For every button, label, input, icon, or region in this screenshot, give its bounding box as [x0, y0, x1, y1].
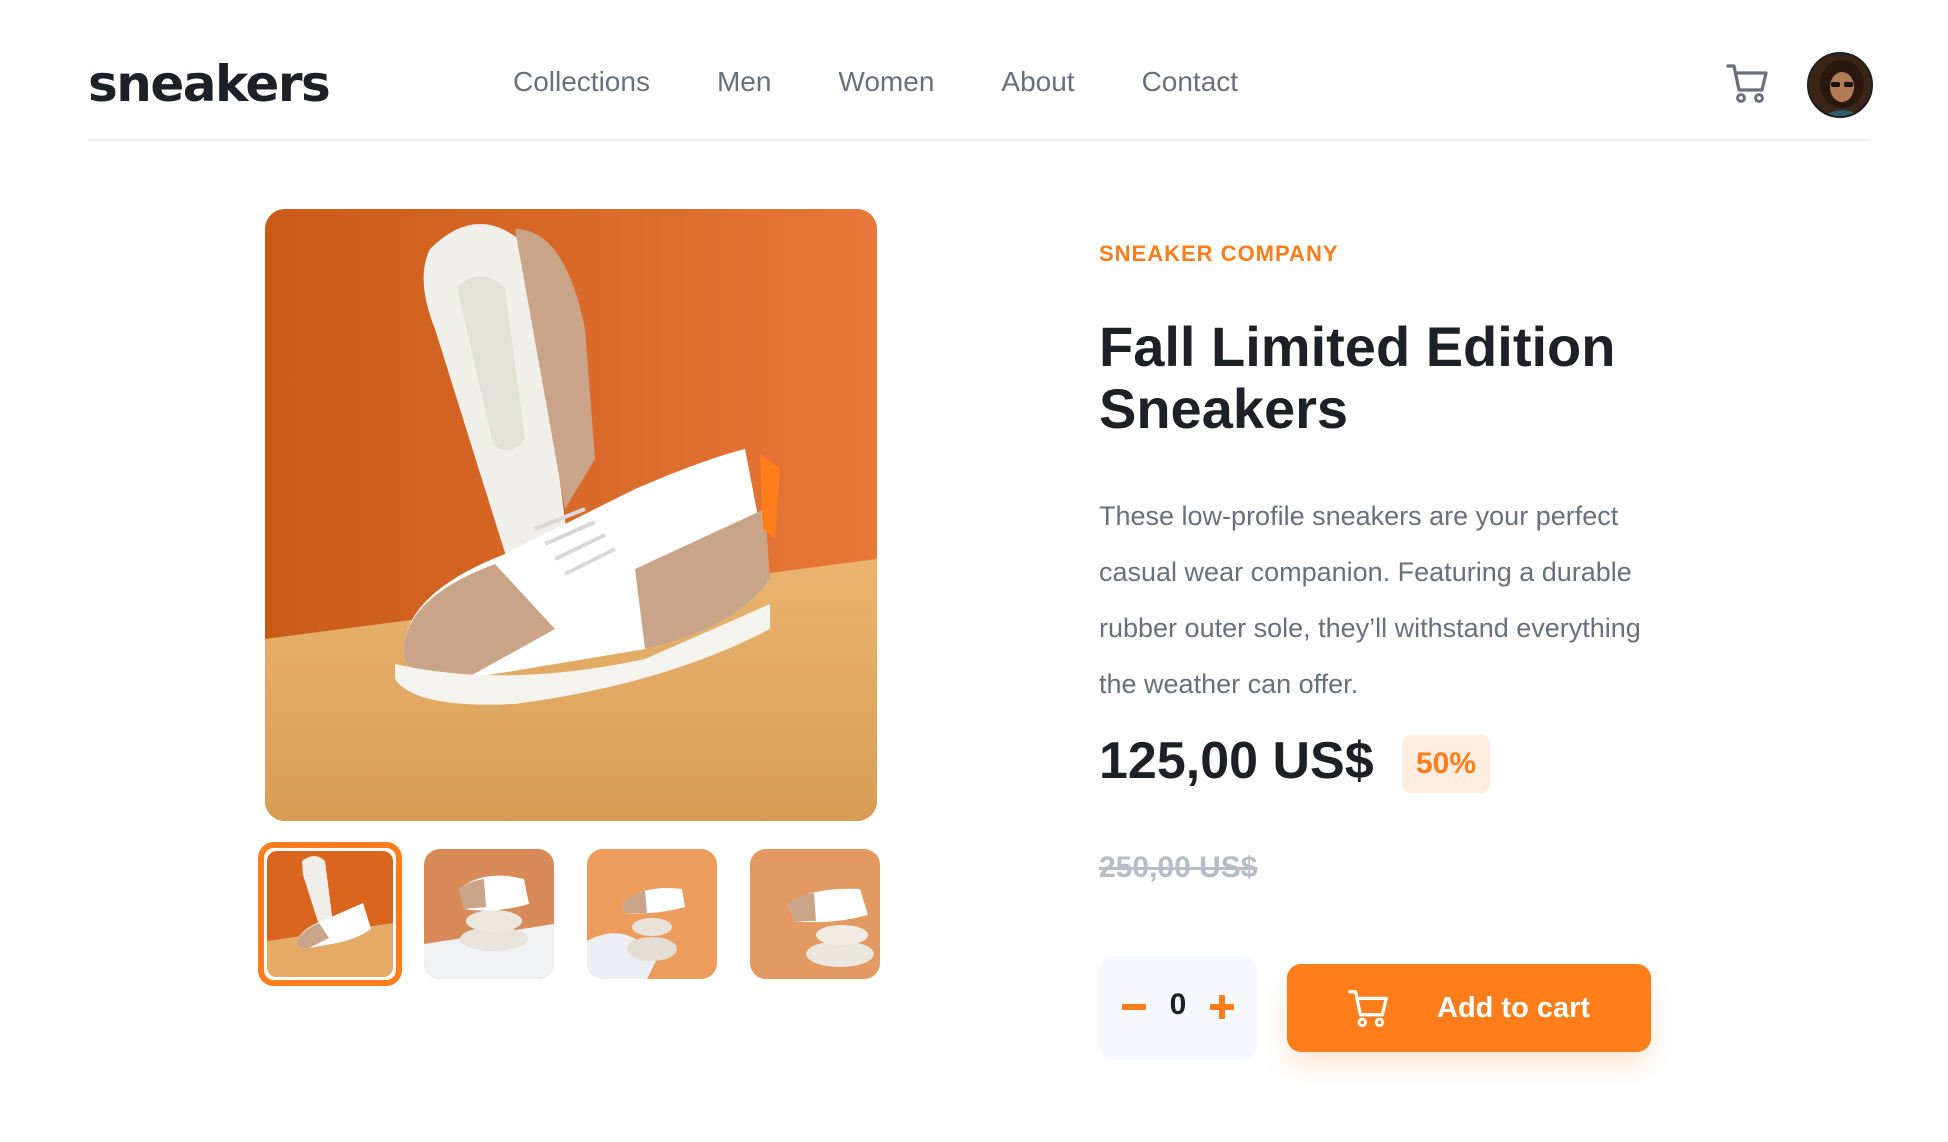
- quantity-stepper: 0: [1099, 956, 1257, 1060]
- add-to-cart-button[interactable]: Add to cart: [1287, 964, 1651, 1052]
- nav-item-women[interactable]: Women: [838, 64, 934, 100]
- user-avatar[interactable]: [1807, 52, 1873, 118]
- plus-icon: [1210, 995, 1234, 1019]
- add-to-cart-label: Add to cart: [1437, 992, 1591, 1024]
- thumbnail-4[interactable]: [750, 849, 880, 979]
- product-title: Fall Limited Edition Sneakers: [1099, 315, 1616, 440]
- thumbnail-2[interactable]: [424, 849, 554, 979]
- thumbnail-image-1: [267, 851, 393, 977]
- site-header: sneakers Collections Men Women About Con…: [88, 0, 1873, 141]
- main-nav: Collections Men Women About Contact: [513, 64, 1238, 100]
- cart-icon: [1726, 64, 1768, 103]
- thumbnail-image-2: [424, 849, 554, 979]
- thumbnail-3[interactable]: [587, 849, 717, 979]
- site-logo[interactable]: sneakers: [88, 56, 331, 112]
- main-product-image[interactable]: [265, 209, 877, 821]
- header-cart-button[interactable]: [1725, 60, 1771, 106]
- cart-icon: [1348, 990, 1388, 1028]
- minus-icon: [1122, 1004, 1146, 1010]
- sneaker-image: [265, 209, 877, 821]
- product-description: These low-profile sneakers are your perf…: [1099, 501, 1641, 699]
- avatar-image: [1809, 54, 1871, 116]
- thumbnail-image-3: [587, 849, 717, 979]
- thumbnail-image-4: [750, 849, 880, 979]
- nav-item-men[interactable]: Men: [717, 64, 771, 100]
- brand-label: SNEAKER COMPANY: [1099, 241, 1339, 266]
- nav-item-about[interactable]: About: [1001, 64, 1074, 100]
- quantity-value: 0: [1169, 988, 1187, 1021]
- discount-badge: 50%: [1402, 735, 1490, 793]
- original-price: 250,00 US$: [1099, 851, 1258, 884]
- thumbnail-strip: [258, 842, 880, 986]
- current-price: 125,00 US$: [1099, 732, 1374, 790]
- nav-item-contact[interactable]: Contact: [1142, 64, 1239, 100]
- increase-quantity-button[interactable]: [1207, 992, 1237, 1022]
- decrease-quantity-button[interactable]: [1119, 992, 1149, 1022]
- thumbnail-1[interactable]: [258, 842, 402, 986]
- nav-item-collections[interactable]: Collections: [513, 64, 650, 100]
